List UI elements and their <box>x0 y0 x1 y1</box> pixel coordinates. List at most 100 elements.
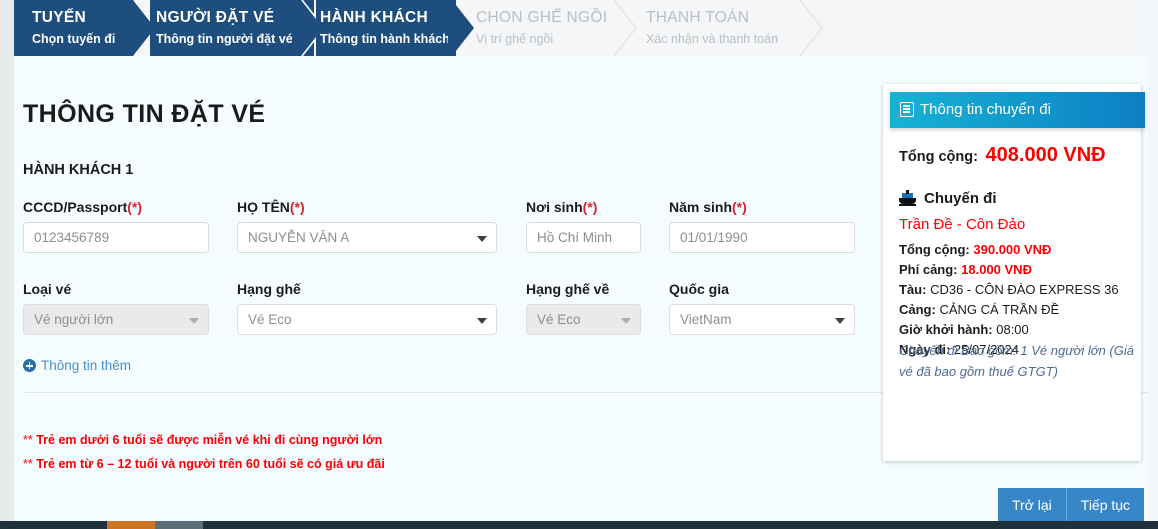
trip-included-note: Chuyến đi Bao gồm: 1 Vé người lớn (Giá v… <box>899 343 1134 379</box>
field-id: CCCD/Passport(*) 0123456789 <box>23 199 209 253</box>
more-info-link[interactable]: Thông tin thêm <box>23 358 131 373</box>
field-ticket-type: Loại vé Vé người lớn <box>23 281 209 335</box>
note-stars: ** <box>23 457 33 471</box>
plus-circle-icon <box>23 359 36 372</box>
grand-total-label: Tổng cộng: <box>899 149 978 165</box>
trip-summary-header-title: Thông tin chuyển đi <box>920 101 1051 118</box>
field-seat-class-return-label: Hạng ghế về <box>526 281 610 297</box>
step-nguoi-dat-ve-title: NGƯỜI ĐẶT VÉ <box>156 9 275 26</box>
step-tuyen-sub: Chọn tuyến đi <box>32 32 116 46</box>
taskbar-item-orange[interactable] <box>107 521 155 529</box>
note-text: Trẻ em từ 6 – 12 tuổi và người trên 60 t… <box>36 457 385 471</box>
country-select[interactable]: VietNam <box>669 304 855 335</box>
detail-row: Giờ khởi hành: 08:00 <box>899 320 1131 340</box>
main-content: THÔNG TIN ĐẶT VÉ HÀNH KHÁCH 1 CCCD/Passp… <box>14 56 1148 522</box>
chevron-down-icon <box>835 318 845 324</box>
step-thanh-toan-title: THANH TOÁN <box>646 9 750 26</box>
detail-key: Tổng cộng: <box>899 242 970 257</box>
field-country-label: Quốc gia <box>669 281 729 297</box>
step-nguoi-dat-ve[interactable]: NGƯỜI ĐẶT VÉ Thông tin người đặt vé <box>150 0 314 56</box>
left-gutter <box>0 0 14 521</box>
taskbar-item-gray[interactable] <box>155 521 203 529</box>
chevron-down-icon <box>189 318 199 324</box>
detail-key: Phí cảng: <box>899 262 958 277</box>
field-birthyear-label: Năm sinh(*) <box>669 199 747 215</box>
chevron-down-icon <box>477 236 487 242</box>
step-chon-ghe-ngoi-title: CHON GHẾ NGỒI <box>476 9 608 26</box>
trip-summary-card: Thông tin chuyển đi Tổng cộng: 408.000 V… <box>883 84 1145 461</box>
ship-icon <box>899 190 916 206</box>
birthyear-input[interactable]: 01/01/1990 <box>669 222 855 253</box>
detail-key: Tàu: <box>899 282 927 297</box>
detail-row: Tổng cộng: 390.000 VNĐ <box>899 240 1131 260</box>
field-birthyear: Năm sinh(*) 01/01/1990 <box>669 199 855 253</box>
step-hanh-khach-sub: Thông tin hành khách <box>320 32 450 46</box>
detail-key: Cảng: <box>899 302 936 317</box>
booking-page: TUYẾN Chọn tuyến đi NGƯỜI ĐẶT VÉ Thông t… <box>0 0 1158 529</box>
field-ticket-type-label: Loại vé <box>23 281 72 297</box>
seat-class-value: Vé Eco <box>248 312 292 327</box>
back-button[interactable]: Trở lại <box>998 488 1066 522</box>
chevron-down-icon <box>621 318 631 324</box>
step-nguoi-dat-ve-sub: Thông tin người đặt vé <box>156 32 293 46</box>
os-taskbar <box>0 521 1158 529</box>
note-stars: ** <box>23 433 33 447</box>
id-input[interactable]: 0123456789 <box>23 222 209 253</box>
detail-value: CD36 - CÔN ĐÀO EXPRESS 36 <box>930 282 1119 297</box>
detail-row: Phí cảng: 18.000 VNĐ <box>899 260 1131 280</box>
field-name: HỌ TÊN(*) NGUYỄN VĂN A <box>237 199 497 253</box>
grand-total-row: Tổng cộng: 408.000 VNĐ <box>899 144 1106 167</box>
footer-button-group: Trở lại Tiếp tục <box>998 488 1145 522</box>
step-chon-ghe-ngoi-sub: Vị trí ghế ngồi <box>476 32 554 46</box>
step-tuyen[interactable]: TUYẾN Chọn tuyến đi <box>14 0 134 56</box>
step-hanh-khach-title: HÀNH KHÁCH <box>320 9 429 26</box>
page-title: THÔNG TIN ĐẶT VÉ <box>23 100 266 128</box>
seat-class-select[interactable]: Vé Eco <box>237 304 497 335</box>
ticket-type-value: Vé người lớn <box>34 312 114 327</box>
continue-button[interactable]: Tiếp tục <box>1065 488 1145 522</box>
field-birthplace: Nơi sinh(*) Hồ Chí Minh <box>526 199 641 253</box>
trip-heading: Chuyến đi <box>924 190 997 207</box>
field-id-label: CCCD/Passport(*) <box>23 199 143 215</box>
detail-value: 390.000 VNĐ <box>973 242 1052 257</box>
detail-value: 18.000 VNĐ <box>961 262 1032 277</box>
trip-summary-header: Thông tin chuyển đi <box>890 92 1145 128</box>
more-info-label: Thông tin thêm <box>41 358 132 373</box>
note-under-6: ** Trẻ em dưới 6 tuổi sẽ được miễn vé kh… <box>23 433 382 447</box>
document-icon <box>900 102 914 117</box>
trip-heading-row: Chuyến đi <box>899 190 997 207</box>
note-text: Trẻ em dưới 6 tuổi sẽ được miễn vé khi đ… <box>36 433 383 447</box>
field-birthplace-label: Nơi sinh(*) <box>526 199 598 215</box>
detail-value: 08:00 <box>996 322 1029 337</box>
step-separator-icon-4 <box>792 0 826 56</box>
detail-row: Cảng: CẢNG CÁ TRẦN ĐỀ <box>899 300 1131 320</box>
step-tuyen-title: TUYẾN <box>32 9 87 26</box>
detail-row: Tàu: CD36 - CÔN ĐÀO EXPRESS 36 <box>899 280 1131 300</box>
passenger-heading: HÀNH KHÁCH 1 <box>23 162 134 178</box>
trip-route: Trần Đề - Côn Đảo <box>899 216 1026 233</box>
chevron-down-icon <box>477 318 487 324</box>
seat-class-return-value: Vé Eco <box>537 312 581 327</box>
seat-class-return-select[interactable]: Vé Eco <box>526 304 641 335</box>
ticket-type-select[interactable]: Vé người lớn <box>23 304 209 335</box>
name-select-value: NGUYỄN VĂN A <box>248 230 350 245</box>
field-seat-class-return: Hạng ghế về Vé Eco <box>526 281 641 335</box>
note-6-to-12: ** Trẻ em từ 6 – 12 tuổi và người trên 6… <box>23 457 385 471</box>
field-seat-class: Hạng ghế Vé Eco <box>237 281 497 335</box>
step-chon-ghe-ngoi[interactable]: CHON GHẾ NGỒI Vị trí ghế ngồi <box>466 0 608 56</box>
step-hanh-khach[interactable]: HÀNH KHÁCH Thông tin hành khách <box>316 0 456 56</box>
step-separator-icon-3 <box>606 0 640 56</box>
field-name-label: HỌ TÊN(*) <box>237 199 305 215</box>
step-thanh-toan[interactable]: THANH TOÁN Xác nhận và thanh toán <box>636 0 806 56</box>
country-value: VietNam <box>680 312 732 327</box>
name-select[interactable]: NGUYỄN VĂN A <box>237 222 497 253</box>
grand-total-value: 408.000 VNĐ <box>985 144 1106 166</box>
field-seat-class-label: Hạng ghế <box>237 281 301 297</box>
birthplace-input[interactable]: Hồ Chí Minh <box>526 222 641 253</box>
detail-key: Giờ khởi hành: <box>899 322 993 337</box>
right-gutter <box>1148 0 1158 521</box>
progress-stepper: TUYẾN Chọn tuyến đi NGƯỜI ĐẶT VÉ Thông t… <box>14 0 1148 56</box>
detail-value: CẢNG CÁ TRẦN ĐỀ <box>939 302 1060 317</box>
step-thanh-toan-sub: Xác nhận và thanh toán <box>646 32 779 46</box>
field-country: Quốc gia VietNam <box>669 281 855 335</box>
